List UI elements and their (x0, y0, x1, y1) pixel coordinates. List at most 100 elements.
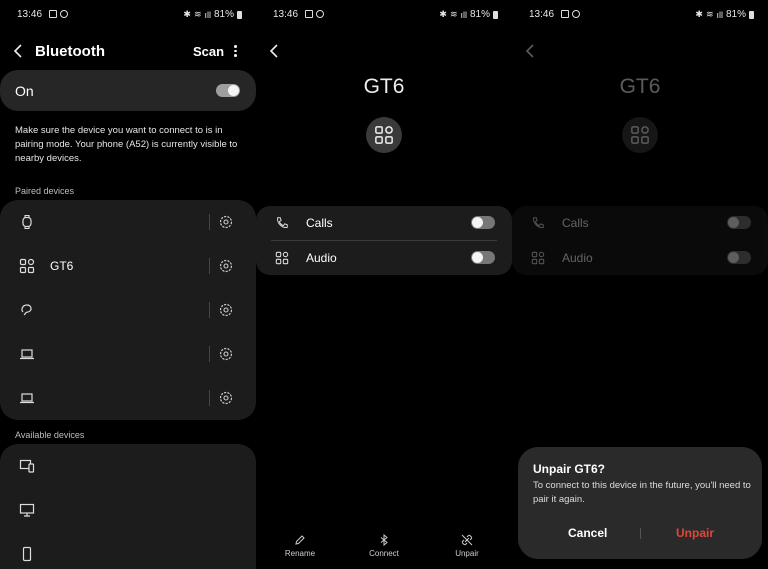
device-details-screen: 13:46 ✱ ≋ ıll 81% GT6 Calls Audio Rename… (256, 0, 512, 569)
battery-percent: 81% (213, 9, 234, 20)
back-arrow-icon[interactable] (11, 43, 27, 59)
more-options-icon[interactable] (234, 45, 237, 57)
rename-button[interactable]: Rename (270, 534, 330, 558)
device-avatar (622, 117, 658, 153)
status-bar: 13:46 ✱ ≋ ıll 81% (256, 0, 512, 30)
dialog-title: Unpair GT6? (533, 462, 606, 476)
service-label: Audio (306, 251, 337, 265)
service-row-calls[interactable]: Calls (256, 206, 512, 240)
available-device-row[interactable] (0, 532, 256, 569)
battery-icon (237, 10, 242, 19)
signal-status-icon: ıll (460, 9, 467, 20)
gear-icon[interactable] (218, 258, 234, 274)
earbuds-icon (21, 304, 32, 316)
paired-device-row[interactable] (0, 376, 256, 420)
paired-devices-list: GT6 (0, 200, 256, 420)
laptop-icon (20, 393, 34, 404)
device-grid-icon (375, 126, 393, 144)
phone-call-icon (277, 217, 288, 228)
bluetooth-icon (380, 534, 388, 546)
calls-toggle (727, 216, 751, 229)
available-devices-header: Available devices (15, 430, 85, 440)
wifi-status-icon: ≋ (705, 9, 714, 19)
unpair-button[interactable]: Unpair (437, 534, 497, 558)
device-grid-icon (275, 251, 289, 265)
service-row-calls: Calls (512, 206, 768, 240)
service-row-audio[interactable]: Audio (256, 241, 512, 275)
bottom-action-bar: Rename Connect Unpair (256, 534, 512, 569)
gear-icon[interactable] (218, 390, 234, 406)
signal-status-icon: ıll (716, 9, 723, 20)
check-notification-icon (316, 10, 324, 18)
phone-icon (22, 546, 32, 562)
unpair-dialog-screen: 13:46 ✱ ≋ ıll 81% GT6 Calls Audio Unpair… (512, 0, 768, 569)
status-bar: 13:46 ✱ ≋ ıll 81% (0, 0, 256, 30)
device-name-title: GT6 (619, 75, 661, 98)
services-card: Calls Audio (512, 206, 768, 275)
gallery-notification-icon (49, 10, 57, 18)
device-name-title: GT6 (363, 75, 405, 98)
service-label: Calls (306, 216, 333, 230)
status-bar: 13:46 ✱ ≋ ıll 81% (512, 0, 768, 30)
paired-devices-header: Paired devices (15, 186, 75, 196)
paired-device-row[interactable] (0, 288, 256, 332)
battery-icon (749, 10, 754, 19)
bluetooth-status-icon: ✱ (695, 9, 703, 19)
unpair-dialog: Unpair GT6? To connect to this device in… (518, 447, 762, 559)
service-row-audio: Audio (512, 241, 768, 275)
pencil-icon (295, 535, 305, 545)
phone-call-icon (533, 217, 544, 228)
bluetooth-status-icon: ✱ (439, 9, 447, 19)
check-notification-icon (60, 10, 68, 18)
unlink-icon (461, 534, 473, 546)
audio-toggle (727, 251, 751, 264)
bluetooth-toggle-label: On (15, 83, 34, 99)
battery-percent: 81% (469, 9, 490, 20)
bluetooth-toggle[interactable] (216, 84, 240, 97)
status-time: 13:46 (529, 9, 555, 20)
services-card: Calls Audio (256, 206, 512, 275)
gear-icon[interactable] (218, 346, 234, 362)
bluetooth-status-icon: ✱ (183, 9, 191, 19)
check-notification-icon (572, 10, 580, 18)
calls-toggle[interactable] (471, 216, 495, 229)
signal-status-icon: ıll (204, 9, 211, 20)
monitor-icon (19, 503, 35, 517)
gallery-notification-icon (561, 10, 569, 18)
device-name: GT6 (50, 259, 74, 273)
pairing-description: Make sure the device you want to connect… (15, 125, 238, 164)
bluetooth-toggle-card[interactable]: On (0, 70, 256, 111)
gear-icon[interactable] (218, 302, 234, 318)
available-device-row[interactable] (0, 444, 256, 488)
status-time: 13:46 (17, 9, 43, 20)
paired-device-row[interactable] (0, 200, 256, 244)
audio-toggle[interactable] (471, 251, 495, 264)
cancel-button[interactable]: Cancel (568, 526, 607, 540)
back-arrow-icon (525, 44, 534, 58)
battery-icon (493, 10, 498, 19)
service-label: Calls (562, 216, 589, 230)
connect-button[interactable]: Connect (354, 534, 414, 558)
gallery-notification-icon (305, 10, 313, 18)
bluetooth-settings-screen: 13:46 ✱ ≋ ıll 81% Bluetooth Scan On Make… (0, 0, 256, 569)
dialog-message: To connect to this device in the future,… (533, 480, 751, 505)
scan-button[interactable]: Scan (193, 44, 224, 59)
paired-device-row[interactable] (0, 332, 256, 376)
page-title: Bluetooth (35, 43, 105, 60)
wifi-status-icon: ≋ (449, 9, 458, 19)
device-grid-icon (531, 251, 545, 265)
laptop-icon (20, 349, 34, 360)
gear-icon[interactable] (218, 214, 234, 230)
paired-device-row[interactable]: GT6 (0, 244, 256, 288)
device-grid-icon (631, 126, 649, 144)
battery-percent: 81% (725, 9, 746, 20)
confirm-unpair-button[interactable]: Unpair (676, 526, 714, 540)
back-arrow-icon[interactable] (267, 43, 283, 59)
device-avatar (366, 117, 402, 153)
multi-device-icon (19, 459, 35, 473)
service-label: Audio (562, 251, 593, 265)
wifi-status-icon: ≋ (193, 9, 202, 19)
available-device-row[interactable] (0, 488, 256, 532)
watch-icon (22, 214, 32, 230)
device-grid-icon (19, 258, 35, 274)
